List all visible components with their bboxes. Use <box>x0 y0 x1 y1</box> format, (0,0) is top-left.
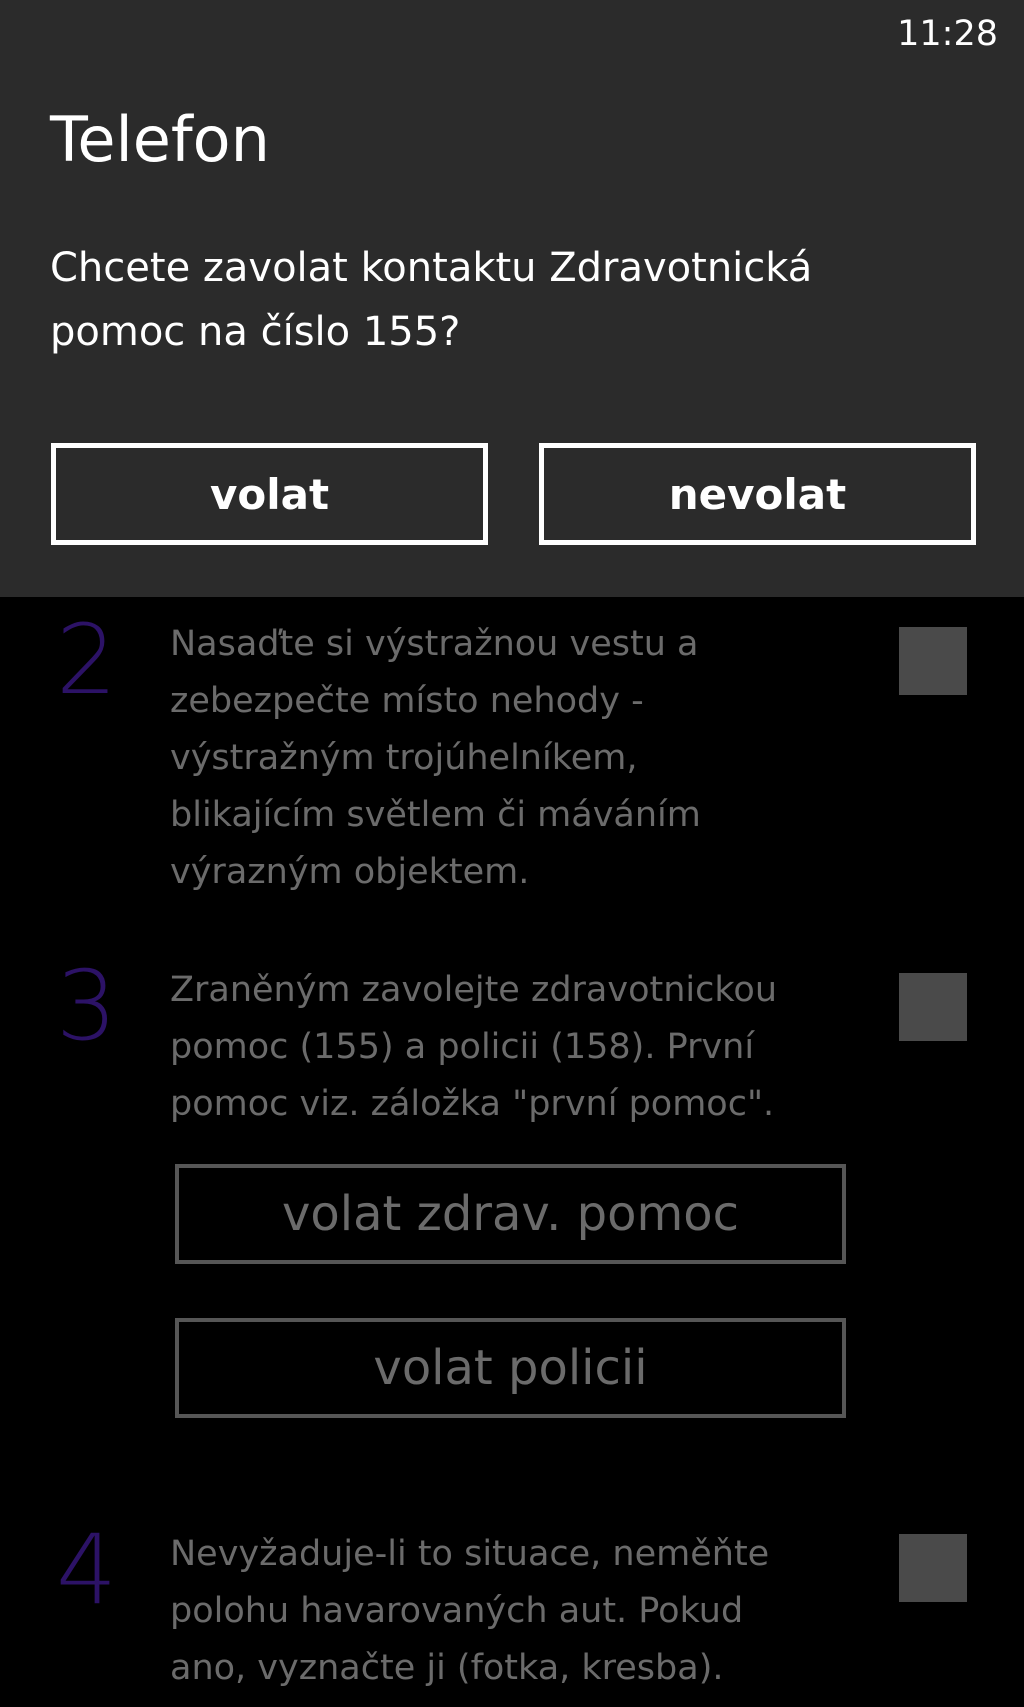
step-text: Zraněným zavolejte zdravotnickou pomoc (… <box>170 970 777 1124</box>
status-bar-clock: 11:28 <box>897 14 998 54</box>
step-number: 3 <box>56 950 118 1062</box>
call-medical-help-button[interactable]: volat zdrav. pomoc <box>175 1164 846 1264</box>
dialog-title: Telefon <box>50 103 270 176</box>
step-number: 2 <box>56 604 118 716</box>
step-checkbox[interactable] <box>899 627 967 695</box>
call-police-button[interactable]: volat policii <box>175 1318 846 1418</box>
step-checkbox[interactable] <box>899 973 967 1041</box>
phone-call-dialog: 11:28 Telefon Chcete zavolat kontaktu Zd… <box>0 0 1024 597</box>
dialog-message: Chcete zavolat kontaktu Zdravotnická pom… <box>50 245 813 355</box>
step-text: Nevyžaduje-li to situace, neměňte polohu… <box>170 1534 770 1688</box>
step-number: 4 <box>56 1514 118 1626</box>
step-checkbox[interactable] <box>899 1534 967 1602</box>
step-text: Nasaďte si výstražnou vestu a zebezpečte… <box>170 624 701 892</box>
cancel-call-button[interactable]: nevolat <box>539 443 976 545</box>
call-button[interactable]: volat <box>51 443 488 545</box>
